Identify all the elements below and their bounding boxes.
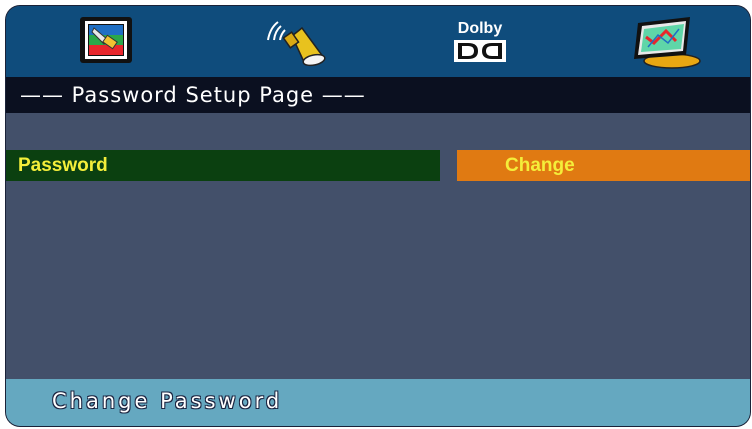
password-change-option[interactable]: Change bbox=[457, 150, 750, 181]
setup-tab-bar: Dolby bbox=[6, 6, 750, 77]
dolby-label: Dolby bbox=[457, 20, 503, 37]
speaker-audio-icon bbox=[267, 21, 326, 67]
tab-preference-setup[interactable] bbox=[624, 12, 704, 72]
tv-display-icon bbox=[80, 17, 132, 63]
tab-dolby-setup[interactable]: Dolby bbox=[444, 12, 516, 72]
setup-menu-window: Dolby —— Password Setup Page —— Password… bbox=[6, 6, 750, 426]
password-row-label[interactable]: Password bbox=[6, 150, 440, 181]
preference-chart-icon bbox=[634, 17, 701, 69]
help-text: Change Password bbox=[52, 389, 283, 413]
page-title-bar: —— Password Setup Page —— bbox=[6, 77, 750, 113]
tab-audio-setup[interactable] bbox=[258, 12, 334, 72]
tab-video-setup[interactable] bbox=[74, 12, 138, 72]
dolby-digital-icon bbox=[454, 40, 506, 62]
page-title: —— Password Setup Page —— bbox=[20, 83, 366, 107]
help-status-bar: Change Password bbox=[6, 379, 750, 426]
